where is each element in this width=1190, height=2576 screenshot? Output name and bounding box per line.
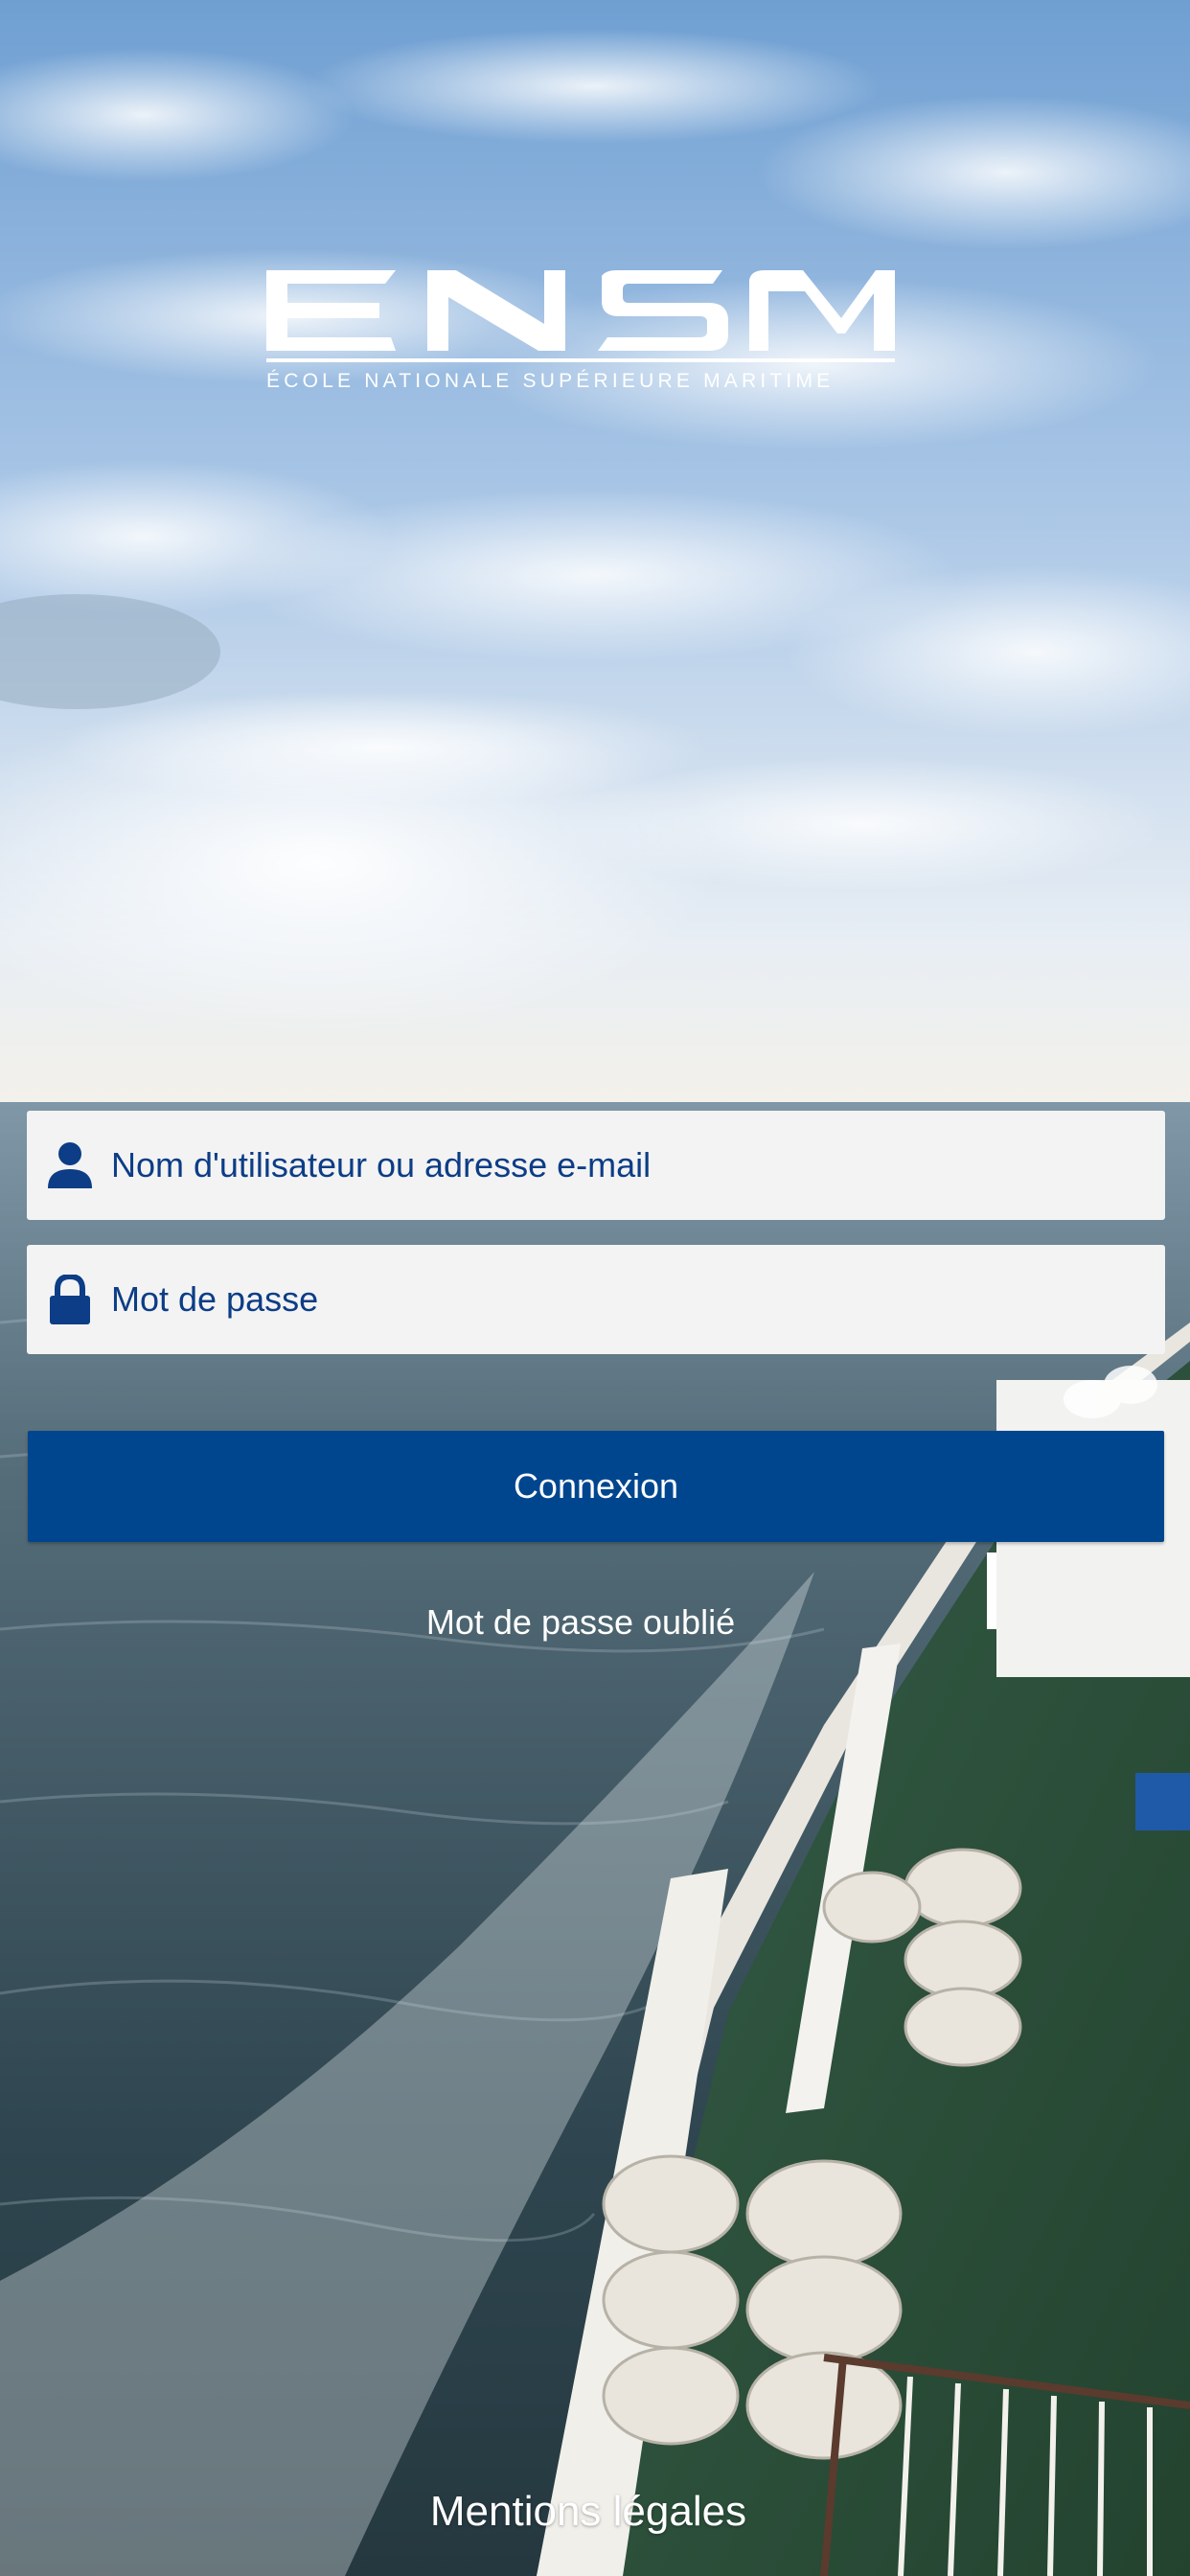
forgot-password-link[interactable]: Mot de passe oublié [0, 1602, 1161, 1643]
login-button[interactable]: Connexion [28, 1431, 1164, 1542]
legal-notice-link[interactable]: Mentions légales [0, 2488, 1177, 2536]
username-placeholder: Nom d'utilisateur ou adresse e-mail [111, 1145, 652, 1184]
ensm-logo: ÉCOLE NATIONALE SUPÉRIEURE MARITIME [266, 270, 895, 395]
lock-icon [50, 1275, 90, 1324]
logo-wordmark [266, 270, 895, 351]
user-icon [48, 1142, 92, 1188]
username-field[interactable]: Nom d'utilisateur ou adresse e-mail [27, 1111, 1165, 1220]
logo-subtitle: ÉCOLE NATIONALE SUPÉRIEURE MARITIME [266, 370, 835, 392]
password-field[interactable]: Mot de passe [27, 1245, 1165, 1354]
password-placeholder: Mot de passe [111, 1279, 319, 1319]
logo-divider [266, 358, 895, 362]
